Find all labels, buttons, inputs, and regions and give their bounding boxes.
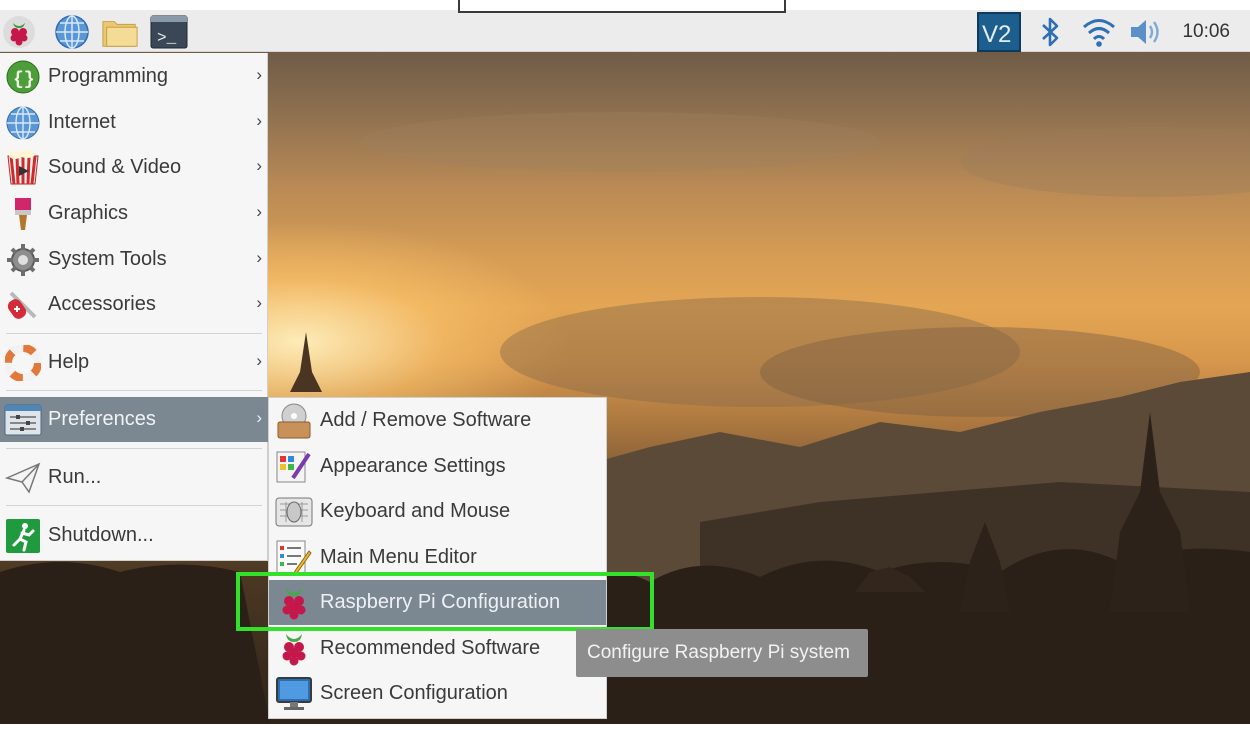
menu-item-graphics[interactable]: Graphics ›: [0, 191, 268, 236]
raspberry-menu-icon[interactable]: [0, 13, 38, 51]
menu-item-accessories[interactable]: Accessories ›: [0, 282, 268, 327]
menu-separator: [6, 333, 262, 334]
sound-video-icon: [0, 145, 46, 190]
keyboard-mouse-icon: [269, 489, 319, 534]
clock[interactable]: 10:06: [1182, 12, 1230, 52]
menu-item-label: Shutdown...: [48, 524, 154, 546]
wifi-icon[interactable]: [1080, 12, 1118, 52]
menu-item-sound-video[interactable]: Sound & Video ›: [0, 145, 268, 190]
screen-config-icon: [269, 671, 319, 716]
vnc-icon[interactable]: V2: [976, 12, 1022, 52]
menu-item-label: Run...: [48, 466, 102, 488]
menu-item-label: Accessories: [48, 293, 156, 315]
menu-item-label: System Tools: [48, 248, 167, 270]
submenu-item-appearance-settings[interactable]: Appearance Settings: [269, 444, 606, 489]
volume-icon[interactable]: [1127, 12, 1165, 52]
appearance-settings-icon: [269, 444, 319, 489]
terminal-icon[interactable]: >_: [150, 13, 188, 51]
preferences-submenu: Add / Remove Software Appearance Setting…: [268, 397, 607, 719]
internet-icon: [0, 100, 46, 145]
menu-item-shutdown[interactable]: Shutdown...: [0, 513, 268, 558]
add-remove-software-icon: [269, 398, 319, 443]
programming-icon: {}: [0, 54, 46, 99]
window-title-box: [458, 0, 786, 13]
menu-item-preferences[interactable]: Preferences ›: [0, 397, 268, 442]
help-icon: [0, 340, 46, 385]
menu-item-label: Help: [48, 351, 90, 373]
bluetooth-icon[interactable]: [1036, 12, 1066, 52]
menu-item-internet[interactable]: Internet ›: [0, 100, 268, 145]
submenu-item-label: Add / Remove Software: [320, 409, 532, 431]
submenu-item-label: Keyboard and Mouse: [320, 500, 511, 522]
menu-item-programming[interactable]: {} Programming ›: [0, 54, 268, 99]
tooltip: Configure Raspberry Pi system: [576, 629, 868, 677]
shutdown-icon: [0, 513, 46, 558]
submenu-item-recommended-software[interactable]: Recommended Software: [269, 626, 606, 671]
submenu-item-keyboard-mouse[interactable]: Keyboard and Mouse: [269, 489, 606, 534]
submenu-arrow-icon: ›: [256, 351, 262, 370]
graphics-icon: [0, 191, 46, 236]
bottom-strip: [0, 724, 1250, 730]
submenu-arrow-icon: ›: [256, 408, 262, 427]
run-icon: [0, 455, 46, 500]
menu-item-label: Graphics: [48, 202, 129, 224]
preferences-icon: [0, 397, 46, 442]
submenu-arrow-icon: ›: [256, 156, 262, 175]
submenu-item-label: Recommended Software: [320, 637, 541, 659]
menu-separator: [6, 390, 262, 391]
submenu-item-add-remove-software[interactable]: Add / Remove Software: [269, 398, 606, 443]
svg-text:V2: V2: [982, 21, 1011, 48]
menu-item-help[interactable]: Help ›: [0, 340, 268, 385]
svg-text:{}: {}: [13, 70, 35, 90]
submenu-item-label: Main Menu Editor: [320, 546, 477, 568]
main-menu: {} Programming › Internet › Sound & Vide…: [0, 53, 268, 561]
submenu-item-screen-configuration[interactable]: Screen Configuration: [269, 671, 606, 716]
highlight-box: [236, 572, 654, 631]
web-browser-icon[interactable]: [53, 13, 91, 51]
menu-item-label: Internet: [48, 111, 116, 133]
menu-separator: [6, 448, 262, 449]
submenu-arrow-icon: ›: [256, 248, 262, 267]
recommended-software-icon: [269, 626, 319, 671]
svg-text:>_: >_: [157, 29, 177, 47]
submenu-arrow-icon: ›: [256, 65, 262, 84]
submenu-item-label: Appearance Settings: [320, 455, 506, 477]
menu-item-system-tools[interactable]: System Tools ›: [0, 237, 268, 282]
submenu-arrow-icon: ›: [256, 202, 262, 221]
submenu-arrow-icon: ›: [256, 111, 262, 130]
menu-item-run[interactable]: Run...: [0, 455, 268, 500]
file-manager-icon[interactable]: [101, 13, 139, 51]
menu-item-label: Sound & Video: [48, 156, 182, 178]
accessories-icon: [0, 282, 46, 327]
menu-item-label: Preferences: [48, 408, 156, 430]
system-tools-icon: [0, 237, 46, 282]
submenu-arrow-icon: ›: [256, 293, 262, 312]
menu-separator: [6, 505, 262, 506]
submenu-item-label: Screen Configuration: [320, 682, 508, 704]
menu-item-label: Programming: [48, 65, 169, 87]
